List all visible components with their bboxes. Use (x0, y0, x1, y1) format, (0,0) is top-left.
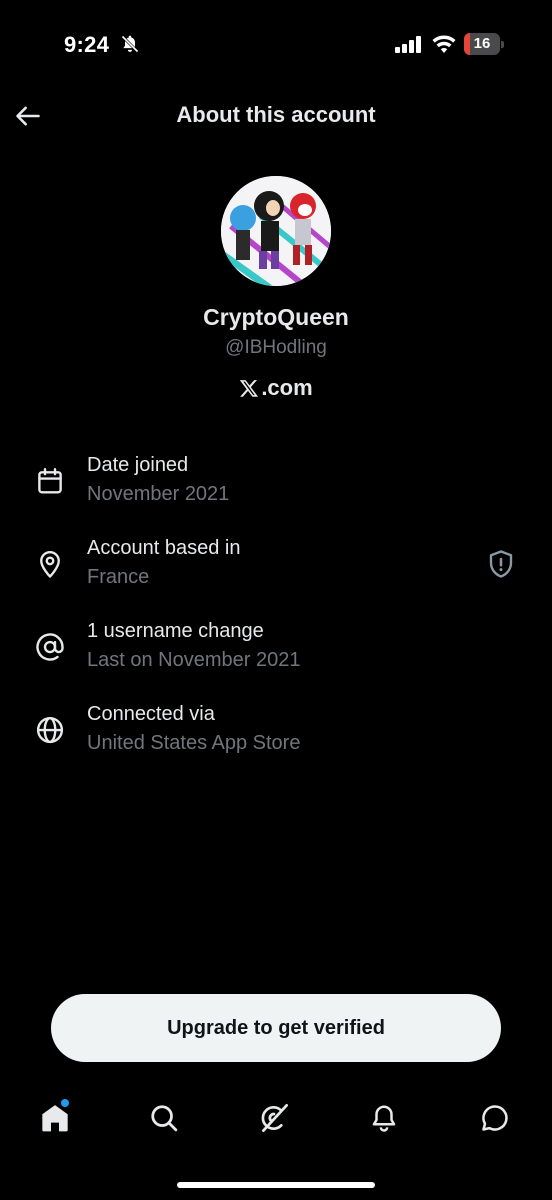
bell-icon (372, 1105, 396, 1132)
notification-dot (61, 1099, 69, 1107)
tab-home[interactable] (35, 1098, 75, 1138)
battery-level: 16 (473, 35, 491, 52)
tab-search[interactable] (144, 1098, 184, 1138)
site-link[interactable]: .com (0, 375, 552, 401)
account-based-item: Account based in France (0, 537, 552, 597)
site-text: .com (261, 375, 313, 400)
avatar (221, 176, 331, 286)
wifi-icon (432, 35, 456, 53)
username-change-item: 1 username change Last on November 2021 (0, 620, 552, 680)
at-sign-icon (36, 633, 64, 661)
tab-notifications[interactable] (364, 1098, 404, 1138)
status-time: 9:24 (64, 32, 110, 57)
info-subtitle: United States App Store (87, 732, 301, 754)
info-title: 1 username change (87, 620, 264, 642)
info-title: Date joined (87, 454, 189, 476)
tab-messages[interactable] (475, 1098, 515, 1138)
calendar-icon (38, 467, 62, 494)
location-pin-icon (40, 550, 60, 578)
globe-icon (36, 716, 64, 744)
search-icon (151, 1105, 178, 1132)
x-logo-icon (240, 380, 259, 397)
upgrade-button[interactable]: Upgrade to get verified (51, 994, 501, 1062)
page-title: About this account (176, 102, 376, 127)
info-subtitle: Last on November 2021 (87, 649, 301, 671)
home-indicator[interactable] (177, 1182, 375, 1188)
info-subtitle: November 2021 (87, 483, 230, 505)
bell-slash-icon (121, 35, 139, 53)
info-subtitle: France (87, 566, 150, 588)
battery-icon: 16 (464, 33, 504, 55)
date-joined-item: Date joined November 2021 (0, 454, 552, 514)
display-name: CryptoQueen (203, 304, 349, 330)
grok-icon (261, 1104, 288, 1132)
messages-icon (482, 1105, 508, 1131)
info-title: Account based in (87, 537, 241, 559)
shield-icon[interactable] (486, 549, 516, 579)
signal-icon (395, 36, 421, 53)
handle: @IBHodling (225, 337, 327, 358)
info-title: Connected via (87, 703, 215, 725)
status-bar: 9:24 16 (0, 0, 552, 90)
tab-grok[interactable] (254, 1098, 294, 1138)
connected-via-item: Connected via United States App Store (0, 703, 552, 763)
